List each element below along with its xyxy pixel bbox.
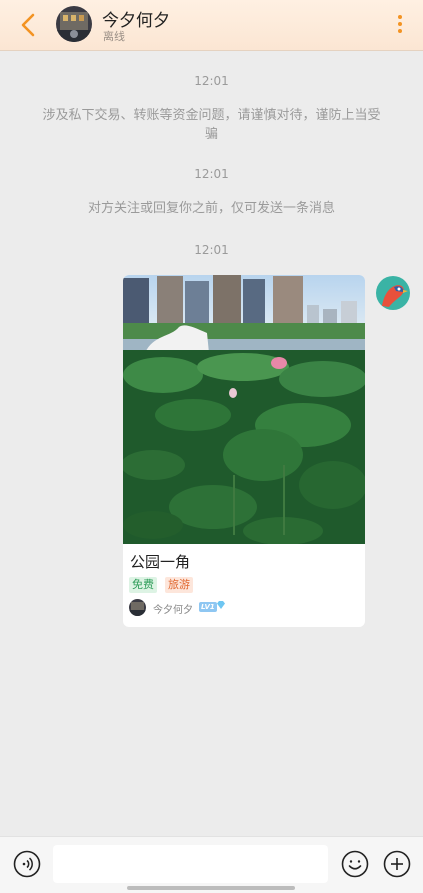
contact-status: 离线 <box>103 30 125 43</box>
chevron-left-icon <box>21 13 35 37</box>
emoji-icon <box>341 850 369 878</box>
message-limit-notice: 对方关注或回复你之前，仅可发送一条消息 <box>87 201 335 216</box>
author-name: 今夕何夕 <box>153 605 193 616</box>
chat-header: 今夕何夕 离线 <box>0 0 423 51</box>
level-badge: LV1 <box>199 602 217 612</box>
more-dot <box>398 22 402 26</box>
shared-post-card[interactable]: 公园一角 免费 旅游 今夕何夕 LV1 <box>123 275 365 627</box>
contact-avatar[interactable] <box>56 6 92 42</box>
back-button[interactable] <box>14 10 44 40</box>
voice-icon <box>13 850 41 878</box>
more-options-button[interactable] <box>393 12 407 38</box>
message-time: 12:01 <box>194 74 229 88</box>
lotus-pond-photo <box>123 275 365 544</box>
emoji-button[interactable] <box>341 850 369 878</box>
input-bar <box>0 836 423 893</box>
fraud-warning-text: 涉及私下交易、转账等资金问题，请谨慎对待，谨防上当受骗 <box>42 108 381 142</box>
home-indicator[interactable] <box>127 886 295 890</box>
message-input[interactable] <box>53 845 328 883</box>
tag-free[interactable]: 免费 <box>129 577 157 593</box>
tag-travel[interactable]: 旅游 <box>165 577 193 593</box>
diamond-icon <box>217 601 225 609</box>
more-vertical-icon <box>398 15 402 19</box>
post-title: 公园一角 <box>130 553 191 571</box>
message-time: 12:01 <box>194 167 229 181</box>
more-dot <box>398 29 402 33</box>
plus-icon <box>383 850 411 878</box>
voice-button[interactable] <box>13 850 41 878</box>
author-avatar <box>129 599 146 616</box>
more-actions-button[interactable] <box>383 850 411 878</box>
my-avatar[interactable] <box>376 276 410 310</box>
message-time: 12:01 <box>194 243 229 257</box>
